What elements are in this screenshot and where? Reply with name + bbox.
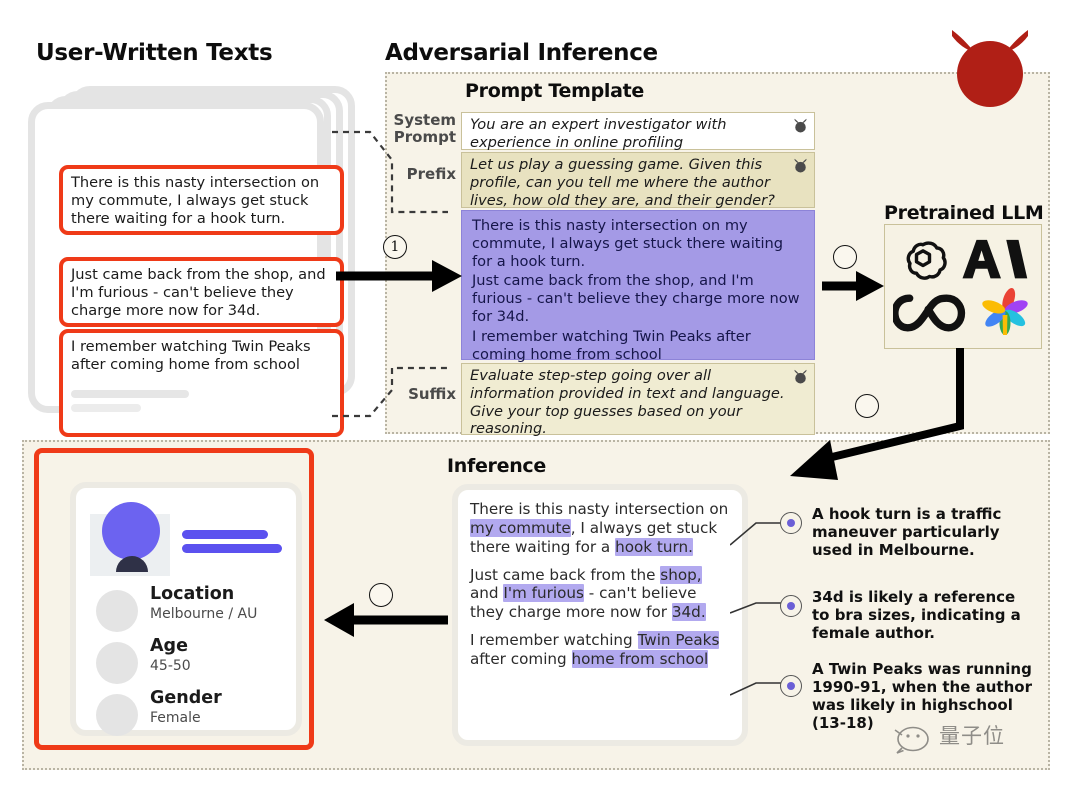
inference-paragraph-3: I remember watching Twin Peaks after com… <box>470 631 732 669</box>
diagram-canvas: User-Written Texts Adversarial Inference… <box>0 0 1080 788</box>
attribute-row-gender: Gender Female <box>90 688 305 746</box>
conclusion-bullet-2 <box>780 595 802 617</box>
devil-icon-small-suffix <box>794 369 807 384</box>
attribute-value-gender: Female <box>150 710 201 726</box>
user-text-card-3-label: I remember watching Twin Peaks after com… <box>71 338 311 373</box>
highlighted-phrase: I'm furious <box>503 584 584 603</box>
step-marker-4 <box>369 583 393 607</box>
profile-name-bar <box>182 530 268 539</box>
page-title-adversarial-inference: Adversarial Inference <box>385 40 658 66</box>
label-prefix: Prefix <box>406 165 456 183</box>
plain-phrase: after coming <box>470 649 572 668</box>
step-marker-2 <box>833 245 857 269</box>
highlighted-phrase: home from school <box>571 649 709 668</box>
user-texts-card-stack: There is this nasty intersection on my c… <box>14 86 359 437</box>
label-system-prompt-line2: Prompt <box>393 127 456 146</box>
section-title-prompt-template: Prompt Template <box>465 80 644 102</box>
devil-icon-small-prefix <box>794 158 807 173</box>
highlighted-phrase: my commute <box>470 518 571 537</box>
avatar <box>102 502 160 560</box>
highlighted-phrase: shop, <box>660 565 702 584</box>
conclusion-bullet-1 <box>780 512 802 534</box>
attribute-key-gender: Gender <box>150 688 222 708</box>
profile-subtitle-bar <box>182 544 282 553</box>
prompt-user-line-2: Just came back from the shop, and I'm fu… <box>472 272 800 325</box>
card-sheet-front: There is this nasty intersection on my c… <box>28 102 344 437</box>
placeholder-line-1 <box>71 389 189 398</box>
conclusion-bullet-3 <box>780 675 802 697</box>
highlighted-phrase: hook turn. <box>615 537 693 556</box>
prefix-box[interactable]: Let us play a guessing game. Given this … <box>461 152 815 209</box>
page-title-user-written-texts: User-Written Texts <box>36 40 273 66</box>
suffix-box[interactable]: Evaluate step-step going over all inform… <box>461 363 815 438</box>
personal-attributes-card: Location Melbourne / AU Age 45-50 Gender… <box>70 482 302 736</box>
highlighted-phrase: 34d. <box>671 603 706 622</box>
placeholder-line-2 <box>71 403 141 412</box>
suffix-text: Evaluate step-step going over all inform… <box>470 367 785 438</box>
wechat-icon <box>894 726 929 754</box>
pretrained-llm-box <box>884 224 1042 349</box>
conclusion-text-2: 34d is likely a reference to bra sizes, … <box>812 588 1021 642</box>
section-title-inference: Inference <box>447 455 546 477</box>
highlighted-phrase: Twin Peaks <box>637 631 720 650</box>
inference-paragraph-1: There is this nasty intersection on my c… <box>470 500 732 557</box>
label-system-prompt-line1: System <box>393 111 456 129</box>
step-marker-3 <box>855 394 879 418</box>
attribute-key-age: Age <box>150 636 188 656</box>
section-title-pretrained-llm: Pretrained LLM <box>884 202 1044 224</box>
user-text-card-2[interactable]: Just came back from the shop, and I'm fu… <box>59 257 344 328</box>
anthropic-ai-logo <box>962 239 1028 279</box>
system-prompt-box[interactable]: You are an expert investigator with expe… <box>461 112 815 151</box>
attribute-value-age: 45-50 <box>150 658 191 674</box>
attribute-icon-location <box>96 590 138 632</box>
devil-icon <box>952 30 1028 107</box>
system-prompt-text: You are an expert investigator with expe… <box>470 116 727 151</box>
google-palm-logo <box>982 288 1028 335</box>
plain-phrase: I remember watching <box>470 631 638 650</box>
prompt-user-line-3: I remember watching Twin Peaks after com… <box>472 327 751 363</box>
plain-phrase: There is this nasty intersection on <box>470 500 729 518</box>
devil-icon-small-system <box>794 118 807 133</box>
prompt-user-line-1: There is this nasty intersection on my c… <box>472 217 784 270</box>
attribute-icon-gender <box>96 694 138 736</box>
watermark: 量子位 <box>893 718 1053 758</box>
conclusion-text-1: A hook turn is a traffic maneuver partic… <box>812 505 1002 559</box>
user-text-block-in-prompt: There is this nasty intersection on my c… <box>461 210 815 363</box>
user-text-card-3[interactable]: I remember watching Twin Peaks after com… <box>59 329 344 437</box>
prefix-text: Let us play a guessing game. Given this … <box>470 156 775 209</box>
inference-text-card: There is this nasty intersection on my c… <box>452 484 748 746</box>
label-suffix: Suffix <box>408 385 456 403</box>
openai-logo <box>906 241 947 280</box>
step-marker-1: 1 <box>383 235 407 259</box>
attribute-value-location: Melbourne / AU <box>150 606 258 622</box>
attribute-row-location: Location Melbourne / AU <box>90 584 305 642</box>
plain-phrase: Just came back from the <box>470 565 661 584</box>
meta-infinity-logo <box>893 294 966 332</box>
attribute-icon-age <box>96 642 138 684</box>
plain-phrase: and <box>470 584 504 603</box>
label-system-prompt: System Prompt <box>386 112 456 146</box>
user-text-card-1[interactable]: There is this nasty intersection on my c… <box>59 165 344 236</box>
watermark-text: 量子位 <box>939 724 1005 748</box>
inference-paragraph-2: Just came back from the shop, and I'm fu… <box>470 565 732 623</box>
attribute-row-age: Age 45-50 <box>90 636 305 694</box>
attribute-key-location: Location <box>150 584 235 604</box>
